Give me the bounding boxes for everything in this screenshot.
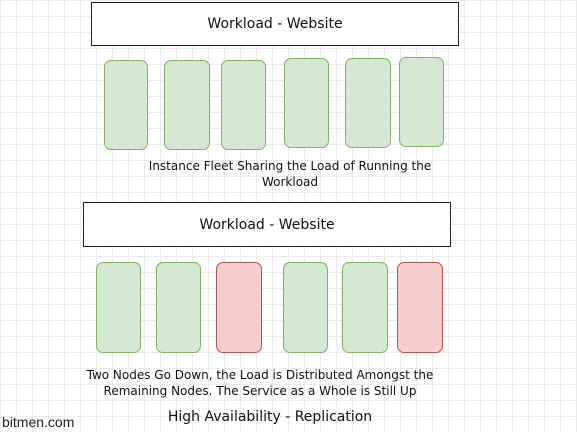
top-workload-title: Workload - Website (207, 16, 343, 32)
bottom-caption-line1: Two Nodes Go Down, the Load is Distribut… (86, 368, 434, 382)
bottom-caption-line2: Remaining Nodes. The Service as a Whole … (103, 384, 417, 398)
bottom-node-1 (96, 262, 141, 353)
top-caption: Instance Fleet Sharing the Load of Runni… (110, 158, 470, 190)
top-node-1 (104, 60, 148, 150)
bottom-node-3 (216, 262, 262, 353)
top-caption-line1: Instance Fleet Sharing the Load of Runni… (148, 159, 432, 173)
top-workload-box: Workload - Website (91, 2, 459, 46)
bottom-workload-box: Workload - Website (83, 202, 451, 247)
top-node-2 (164, 60, 210, 150)
bottom-node-6 (397, 262, 443, 353)
bottom-node-5 (342, 262, 388, 353)
top-node-3 (221, 60, 266, 150)
bottom-caption: Two Nodes Go Down, the Load is Distribut… (80, 367, 440, 399)
bottom-node-2 (156, 262, 201, 353)
top-caption-line2: Workload (261, 175, 319, 189)
watermark: bitmen.com (2, 414, 75, 430)
top-node-4 (284, 58, 329, 148)
bottom-workload-title: Workload - Website (199, 216, 335, 233)
bottom-node-4 (283, 262, 328, 353)
top-node-5 (345, 58, 391, 148)
footer-title: High Availability - Replication (167, 409, 373, 425)
top-node-6 (399, 57, 444, 147)
